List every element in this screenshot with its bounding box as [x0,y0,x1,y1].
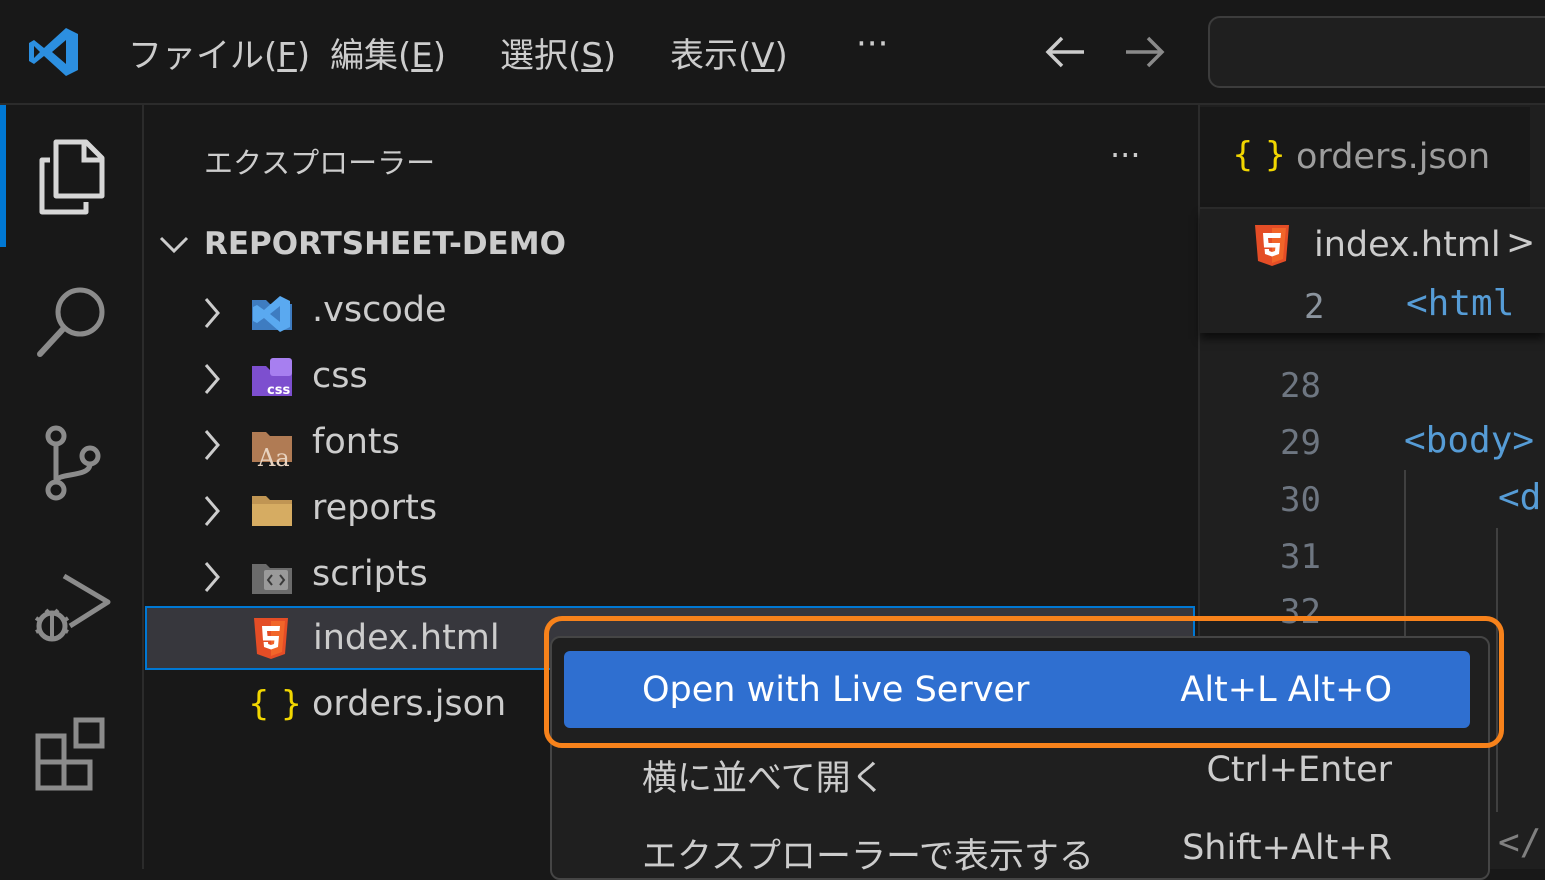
css-folder-icon: css [252,358,292,398]
sidebar-title: エクスプローラー [204,146,436,180]
breadcrumb-separator: > [1506,223,1536,263]
vscode-logo-icon [29,28,78,76]
svg-text:Aa: Aa [257,444,290,468]
html5-icon [254,618,288,659]
shortcut-label: Ctrl+Enter [1206,750,1392,790]
menu-item-reveal-in-explorer[interactable]: エクスプローラーで表示する Shift+Alt+R [564,812,1470,877]
fonts-folder-icon: Aa [252,432,292,468]
sticky-code-line: <html [1406,283,1515,324]
breadcrumb-file[interactable]: index.html [1314,225,1501,265]
workspace-root[interactable]: REPORTSHEET-DEMO [204,226,566,262]
title-bar: ファイル(F) 編集(E) 選択(S) 表示(V) ··· [0,0,1545,105]
folder-icon [252,496,292,526]
menu-more-button[interactable]: ··· [856,24,888,64]
chevron-right-icon [204,496,220,526]
scripts-folder-icon [252,564,292,594]
line-number: 30 [1280,480,1321,520]
code-line: <body> [1404,420,1535,461]
breadcrumb-and-sticky-scroll: index.html > 2 <html [1200,209,1545,333]
shortcut-label: Shift+Alt+R [1182,828,1392,868]
chevron-down-icon[interactable] [158,232,190,258]
tree-item-reports[interactable]: reports [146,480,1196,542]
json-braces-icon: { } [1232,135,1287,175]
line-number: 28 [1280,366,1321,406]
tree-item-css[interactable]: css css [146,348,1196,410]
annotation-highlight-box [544,616,1504,748]
menu-edit[interactable]: 編集(E) [330,28,446,77]
chevron-right-icon [204,430,220,460]
tree-item-scripts[interactable]: scripts [146,546,1196,608]
json-braces-icon: { } [248,684,303,724]
tree-item-vscode[interactable]: .vscode [146,282,1196,344]
forward-arrow-icon[interactable] [1122,34,1166,70]
extensions-icon[interactable] [30,712,114,796]
tree-item-fonts[interactable]: Aa fonts [146,414,1196,476]
explorer-files-icon[interactable] [30,136,114,220]
vscode-folder-icon [252,296,292,332]
code-line: <d [1498,477,1542,518]
html5-icon [1255,225,1289,266]
menu-file[interactable]: ファイル(F) [128,28,310,77]
editor-tab-orders-json[interactable]: { } orders.json [1200,107,1530,207]
run-debug-icon[interactable] [30,566,114,650]
code-line-closing: </ [1498,822,1542,863]
command-center-search[interactable] [1208,16,1545,88]
search-icon[interactable] [30,280,114,364]
active-view-indicator [0,105,6,247]
sidebar-more-button[interactable]: ··· [1110,136,1141,174]
menu-view[interactable]: 表示(V) [670,28,788,77]
chevron-right-icon [204,562,220,592]
chevron-right-icon [204,364,220,394]
sticky-line-number: 2 [1304,287,1325,327]
svg-text:css: css [267,383,290,398]
menu-selection[interactable]: 選択(S) [500,28,616,77]
back-arrow-icon[interactable] [1044,34,1088,70]
chevron-right-icon [204,298,220,328]
line-number: 31 [1280,537,1321,577]
source-control-icon[interactable] [30,422,114,506]
indent-guide [1404,470,1406,640]
line-number: 29 [1280,423,1321,463]
